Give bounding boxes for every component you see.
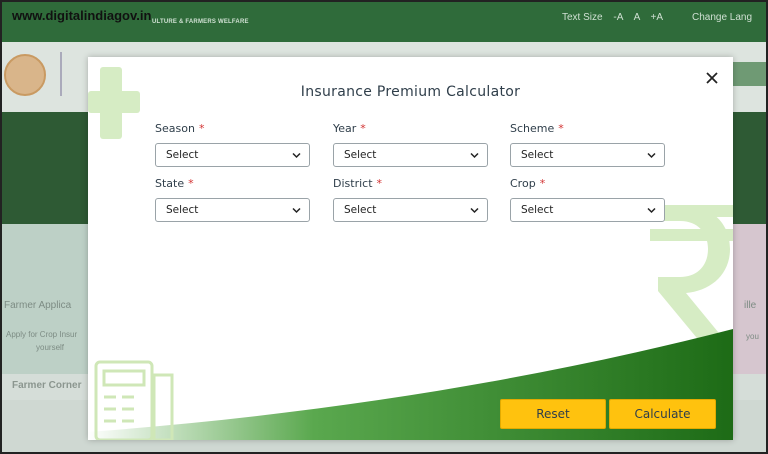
- scheme-select[interactable]: Select: [510, 143, 665, 167]
- text-size-label: Text Size: [562, 12, 603, 23]
- text-size-control: Text Size -A A +A: [562, 12, 663, 23]
- state-field: State * Select: [155, 177, 310, 222]
- chevron-down-icon: [470, 207, 479, 214]
- screenshot-frame: ULTURE & FARMERS WELFARE Text Size -A A …: [0, 0, 768, 454]
- text-size-increase: +A: [650, 12, 664, 23]
- crop-select-value: Select: [521, 204, 554, 216]
- season-label-text: Season: [155, 122, 195, 135]
- scheme-label-text: Scheme: [510, 122, 555, 135]
- chevron-down-icon: [292, 207, 301, 214]
- state-select[interactable]: Select: [155, 198, 310, 222]
- state-label: State *: [155, 177, 310, 193]
- chevron-down-icon: [647, 207, 656, 214]
- ministry-text: ULTURE & FARMERS WELFARE: [152, 19, 249, 25]
- district-select[interactable]: Select: [333, 198, 488, 222]
- season-label: Season *: [155, 122, 310, 138]
- card-left-title: Farmer Applica: [4, 300, 72, 311]
- modal-title: Insurance Premium Calculator: [300, 84, 521, 100]
- year-select[interactable]: Select: [333, 143, 488, 167]
- crop-label-text: Crop: [510, 177, 536, 190]
- district-label: District *: [333, 177, 488, 193]
- district-label-text: District: [333, 177, 373, 190]
- state-label-text: State: [155, 177, 185, 190]
- header-divider: [60, 52, 62, 96]
- calculate-button[interactable]: Calculate: [609, 399, 716, 429]
- chevron-down-icon: [647, 152, 656, 159]
- card-right-title: ille: [744, 300, 757, 311]
- district-select-value: Select: [344, 204, 377, 216]
- state-select-value: Select: [166, 204, 199, 216]
- required-marker: *: [188, 177, 194, 190]
- chevron-down-icon: [470, 152, 479, 159]
- required-marker: *: [539, 177, 546, 190]
- card-left-subtitle: Apply for Crop Insur: [6, 330, 78, 339]
- rupee-icon: [650, 205, 733, 349]
- farmer-corner-label: Farmer Corner: [12, 380, 82, 391]
- card-right-subtitle: you: [746, 332, 759, 341]
- year-field: Year * Select: [333, 122, 488, 167]
- scheme-field: Scheme * Select: [510, 122, 665, 167]
- year-select-value: Select: [344, 149, 377, 161]
- crop-label: Crop *: [510, 177, 665, 193]
- reset-button[interactable]: Reset: [500, 399, 606, 429]
- emblem-logo: [4, 54, 46, 96]
- card-left-subtitle-2: yourself: [36, 343, 65, 352]
- district-field: District * Select: [333, 177, 488, 222]
- scheme-select-value: Select: [521, 149, 554, 161]
- plus-icon: [88, 67, 140, 139]
- required-marker: *: [558, 122, 564, 135]
- watermark-text: www.digitalindiagov.in: [12, 8, 152, 23]
- close-icon[interactable]: [703, 69, 721, 87]
- crop-select[interactable]: Select: [510, 198, 665, 222]
- text-size-decrease: -A: [613, 12, 623, 23]
- season-field: Season * Select: [155, 122, 310, 167]
- season-select-value: Select: [166, 149, 199, 161]
- crop-field: Crop * Select: [510, 177, 665, 222]
- chevron-down-icon: [292, 152, 301, 159]
- premium-calculator-modal: Insurance Premium Calculator Season * Sel…: [88, 57, 733, 440]
- season-select[interactable]: Select: [155, 143, 310, 167]
- required-marker: *: [360, 122, 366, 135]
- scheme-label: Scheme *: [510, 122, 665, 138]
- text-size-normal: A: [633, 12, 640, 23]
- required-marker: *: [198, 122, 205, 135]
- modal-decoration: [88, 67, 733, 440]
- change-language-link: Change Lang: [692, 12, 753, 23]
- required-marker: *: [376, 177, 383, 190]
- year-label-text: Year: [333, 122, 357, 135]
- year-label: Year *: [333, 122, 488, 138]
